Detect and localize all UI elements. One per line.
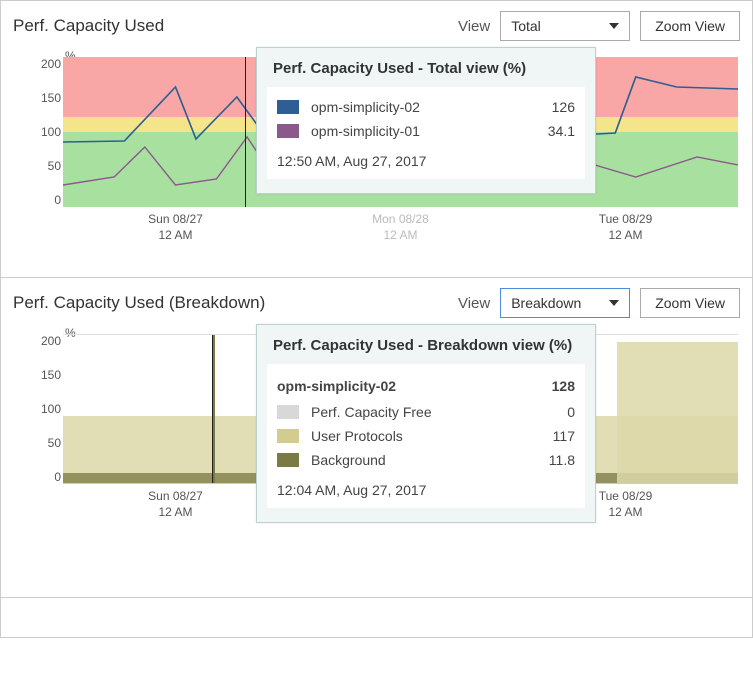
swatch-icon: [277, 100, 299, 114]
tooltip-body: opm-simplicity-02 128 Perf. Capacity Fre…: [267, 364, 585, 508]
y-tick: 100: [13, 125, 61, 139]
x-tick: Sun 08/27 12 AM: [64, 212, 287, 243]
x-tick-date: Sun 08/27: [64, 489, 287, 505]
chevron-down-icon: [609, 300, 619, 306]
x-tick-date: Sun 08/27: [64, 212, 287, 228]
x-tick-date: Mon 08/28: [289, 212, 512, 228]
panel-title: Perf. Capacity Used (Breakdown): [13, 293, 458, 313]
x-tick-date: Tue 08/29: [514, 212, 737, 228]
x-tick: Sun 08/27 12 AM: [64, 489, 287, 520]
hover-cursor: [245, 57, 246, 207]
view-label: View: [458, 295, 490, 312]
y-tick: 200: [13, 57, 61, 71]
tooltip-value: 34.1: [525, 123, 575, 139]
panel-title: Perf. Capacity Used: [13, 16, 458, 36]
tooltip-label: opm-simplicity-01: [311, 123, 525, 139]
y-tick: 100: [13, 402, 61, 416]
zoom-view-button[interactable]: Zoom View: [640, 11, 740, 41]
hover-cursor: [212, 335, 213, 483]
x-tick: Tue 08/29 12 AM: [514, 212, 737, 243]
x-axis: Sun 08/27 12 AM Mon 08/28 12 AM Tue 08/2…: [63, 212, 738, 243]
view-label: View: [458, 18, 490, 35]
swatch-icon: [277, 405, 299, 419]
tooltip-value: 117: [525, 428, 575, 444]
tooltip-row: opm-simplicity-02 126: [277, 95, 575, 119]
x-tick: Mon 08/28 12 AM: [289, 212, 512, 243]
y-tick: 0: [13, 193, 61, 207]
tooltip-title: Perf. Capacity Used - Breakdown view (%): [273, 337, 579, 354]
tooltip-row: Background 11.8: [277, 448, 575, 472]
tooltip-value: 11.8: [525, 452, 575, 468]
tooltip-row: opm-simplicity-01 34.1: [277, 119, 575, 143]
x-tick-time: 12 AM: [64, 228, 287, 244]
zoom-view-button[interactable]: Zoom View: [640, 288, 740, 318]
y-tick: 150: [13, 368, 61, 382]
y-tick: 150: [13, 91, 61, 105]
tooltip-label: Background: [311, 452, 525, 468]
tooltip-series-label: opm-simplicity-02: [277, 378, 525, 394]
panel-header: Perf. Capacity Used View Total Zoom View: [1, 1, 752, 47]
chart-total[interactable]: 200 150 100 50 0 % Sun 08/27 12 AM Mon: [1, 47, 752, 277]
tooltip-breakdown: Perf. Capacity Used - Breakdown view (%)…: [256, 324, 596, 523]
stack-user-protocols-spike: [617, 342, 739, 483]
x-tick-time: 12 AM: [514, 228, 737, 244]
tooltip-label: opm-simplicity-02: [311, 99, 525, 115]
tooltip-timestamp: 12:04 AM, Aug 27, 2017: [277, 482, 575, 498]
tooltip-timestamp: 12:50 AM, Aug 27, 2017: [277, 153, 575, 169]
swatch-icon: [277, 124, 299, 138]
x-tick-time: 12 AM: [64, 505, 287, 521]
tooltip-value: 126: [525, 99, 575, 115]
tooltip-body: opm-simplicity-02 126 opm-simplicity-01 …: [267, 87, 585, 179]
tooltip-series-total: opm-simplicity-02 128: [277, 372, 575, 400]
tooltip-row: User Protocols 117: [277, 424, 575, 448]
y-tick: 0: [13, 470, 61, 484]
tooltip-title: Perf. Capacity Used - Total view (%): [273, 60, 579, 77]
y-axis: 200 150 100 50 0: [13, 334, 61, 484]
empty-panel: [0, 598, 753, 638]
y-tick: 50: [13, 159, 61, 173]
view-select-value: Breakdown: [511, 295, 581, 311]
tooltip-label: Perf. Capacity Free: [311, 404, 525, 420]
y-tick: 200: [13, 334, 61, 348]
tooltip-label: User Protocols: [311, 428, 525, 444]
chevron-down-icon: [609, 23, 619, 29]
tooltip-row: Perf. Capacity Free 0: [277, 400, 575, 424]
tooltip-series-value: 128: [525, 378, 575, 394]
tooltip-total: Perf. Capacity Used - Total view (%) opm…: [256, 47, 596, 194]
view-select-total[interactable]: Total: [500, 11, 630, 41]
chart-breakdown[interactable]: 200 150 100 50 0 % Sun 08/27 12 AM Mon 0…: [1, 324, 752, 554]
y-tick: 50: [13, 436, 61, 450]
y-axis: 200 150 100 50 0: [13, 57, 61, 207]
tooltip-value: 0: [525, 404, 575, 420]
x-tick-time: 12 AM: [289, 228, 512, 244]
swatch-icon: [277, 429, 299, 443]
swatch-icon: [277, 453, 299, 467]
panel-total: Perf. Capacity Used View Total Zoom View…: [0, 0, 753, 278]
view-select-value: Total: [511, 18, 541, 34]
view-select-breakdown[interactable]: Breakdown: [500, 288, 630, 318]
panel-header: Perf. Capacity Used (Breakdown) View Bre…: [1, 278, 752, 324]
panel-breakdown: Perf. Capacity Used (Breakdown) View Bre…: [0, 278, 753, 598]
